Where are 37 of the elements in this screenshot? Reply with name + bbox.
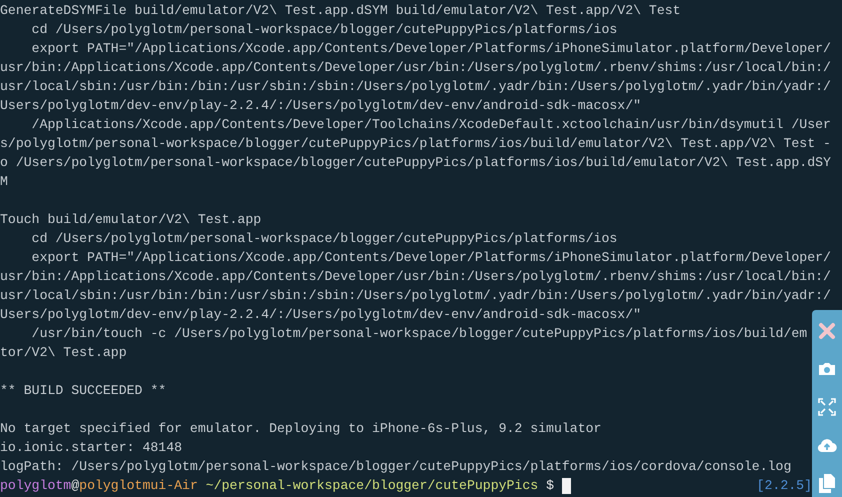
text-cursor — [562, 478, 572, 494]
terminal-output-line: M — [0, 173, 8, 191]
terminal-output-line: o /Users/polyglotm/personal-workspace/blogger/cutePuppyPics/platforms/ios/build/emulator/V2\ Test.app.dSY — [0, 154, 831, 172]
terminal-output-line: export PATH="/Applications/Xcode.app/Contents/Developer/Platforms/iPhoneSimulator.platform/Developer/ — [30, 40, 831, 58]
terminal-output-line: usr/local/sbin:/usr/bin:/bin:/usr/sbin:/sbin:/Users/polyglotm/.yadr/bin:/Users/polyglotm/.yadr/bin/yadr:/ — [0, 287, 831, 305]
terminal-output-line: cd /Users/polyglotm/personal-workspace/blogger/cutePuppyPics/platforms/ios — [30, 230, 618, 248]
terminal-output-line: No target specified for emulator. Deploying to iPhone-6s-Plus, 9.2 simulator — [0, 420, 602, 438]
terminal-output-line: /Applications/Xcode.app/Contents/Developer/Toolchains/XcodeDefault.xctoolchain/usr/bin/dsymutil /User — [30, 116, 831, 134]
expand-icon — [818, 398, 836, 416]
toolbar-button[interactable] — [816, 320, 838, 342]
prompt-at-sign: @ — [71, 477, 80, 495]
prompt-symbol: $ — [546, 477, 554, 495]
terminal-output-line: Users/polyglotm/dev-env/play-2.2.4/:/Users/polyglotm/dev-env/android-sdk-macosx/" — [0, 97, 642, 115]
toolbar-button[interactable] — [816, 396, 838, 418]
camera-icon — [817, 361, 837, 377]
terminal-output-line: logPath: /Users/polyglotm/personal-workspace/blogger/cutePuppyPics/platforms/ios/cordova/console.log — [0, 458, 792, 476]
copy-icon — [819, 474, 835, 492]
terminal-output-line: GenerateDSYMFile build/emulator/V2\ Test.app.dSYM build/emulator/V2\ Test.app/V2\ Test — [0, 2, 681, 20]
prompt-user: polyglotm — [0, 477, 72, 495]
terminal-output-line: ** BUILD SUCCEEDED ** — [0, 382, 166, 400]
terminal-output-line: /usr/bin/touch -c /Users/polyglotm/personal-workspace/blogger/cutePuppyPics/platforms/ios/build/em — [30, 325, 808, 343]
cloud-upload-icon — [817, 437, 837, 453]
terminal-output-line: tor/V2\ Test.app — [0, 344, 127, 362]
terminal-output-line: usr/local/sbin:/usr/bin:/bin:/usr/sbin:/sbin:/Users/polyglotm/.yadr/bin:/Users/polyglotm/.yadr/bin/yadr:/ — [0, 78, 831, 96]
toolbar-button[interactable] — [816, 472, 838, 494]
terminal-output-line: Users/polyglotm/dev-env/play-2.2.4/:/Users/polyglotm/dev-env/android-sdk-macosx/" — [0, 306, 642, 324]
close-icon — [818, 322, 836, 340]
terminal-output-line: s/polyglotm/personal-workspace/blogger/cutePuppyPics/platforms/ios/build/emulator/V2\ Test.app/V2\ Test - — [0, 135, 831, 153]
terminal-output-line: export PATH="/Applications/Xcode.app/Contents/Developer/Platforms/iPhoneSimulator.platform/Developer/ — [30, 249, 831, 267]
terminal-output-line: usr/bin:/Applications/Xcode.app/Contents/Developer/usr/bin:/Users/polyglotm/.rbenv/shims:/usr/local/bin:/ — [0, 59, 831, 77]
version-status: [2.2.5] — [756, 477, 812, 495]
terminal-output-line: cd /Users/polyglotm/personal-workspace/blogger/cutePuppyPics/platforms/ios — [30, 21, 618, 39]
terminal-output-line: usr/bin:/Applications/Xcode.app/Contents/Developer/usr/bin:/Users/polyglotm/.rbenv/shims:/usr/local/bin:/ — [0, 268, 831, 286]
terminal-output-line: io.ionic.starter: 48148 — [0, 439, 182, 457]
terminal-output-line: Touch build/emulator/V2\ Test.app — [0, 211, 262, 229]
prompt-host: polyglotmui-Air — [79, 477, 198, 495]
prompt-path: ~/personal-workspace/blogger/cutePuppyPics — [206, 477, 538, 495]
